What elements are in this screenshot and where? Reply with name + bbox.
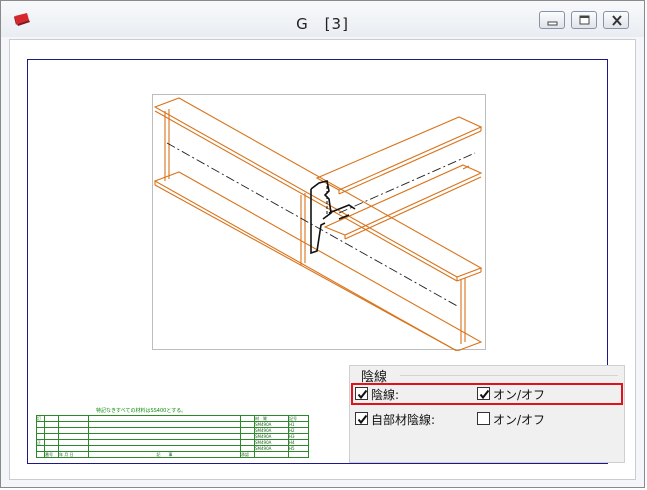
panel-divider bbox=[400, 375, 618, 376]
check-icon bbox=[357, 414, 368, 425]
own-member-hidden-line-label: 自部材陰線: bbox=[371, 413, 436, 427]
own-member-hidden-line-checkbox[interactable] bbox=[355, 412, 368, 425]
title-block: 特記なきすべての材料はSS400とする。 訂 材 質 記号 SM490A H1 S… bbox=[36, 408, 309, 458]
minimize-icon bbox=[547, 21, 558, 26]
check-icon bbox=[357, 389, 368, 400]
hidden-line-toggle-checkbox[interactable] bbox=[477, 387, 490, 400]
minimize-button[interactable] bbox=[539, 11, 565, 29]
beam-joint-illustration bbox=[153, 97, 483, 352]
maximize-icon bbox=[579, 15, 590, 25]
hidden-line-panel: 陰線 陰線: オン/オフ 自部材陰線: オン/オフ bbox=[349, 365, 625, 463]
close-button[interactable] bbox=[603, 11, 629, 29]
beam-joint-drawing[interactable] bbox=[152, 94, 486, 352]
title-block-note: 特記なきすべての材料はSS400とする。 bbox=[96, 408, 187, 414]
hidden-line-label: 陰線: bbox=[371, 388, 400, 402]
own-member-toggle-label: オン/オフ bbox=[493, 413, 546, 427]
hidden-line-checkbox[interactable] bbox=[355, 387, 368, 400]
close-icon bbox=[612, 15, 622, 26]
check-icon bbox=[479, 389, 490, 400]
own-member-toggle-checkbox[interactable] bbox=[477, 412, 490, 425]
maximize-button[interactable] bbox=[571, 11, 597, 29]
title-block-table: 訂 材 質 記号 SM490A H1 SM490A H2 SM490A H3 正 SM4… bbox=[36, 415, 309, 458]
hidden-line-toggle-label: オン/オフ bbox=[493, 388, 546, 402]
title-block-footer: 番号 年 月 日 記 事 承認 bbox=[36, 451, 309, 458]
title-bar[interactable]: G [3] bbox=[1, 1, 644, 37]
app-window: G [3] 特記なきすべての材料はSS400とする。 訂 材 質 記号 SM49… bbox=[0, 0, 645, 488]
